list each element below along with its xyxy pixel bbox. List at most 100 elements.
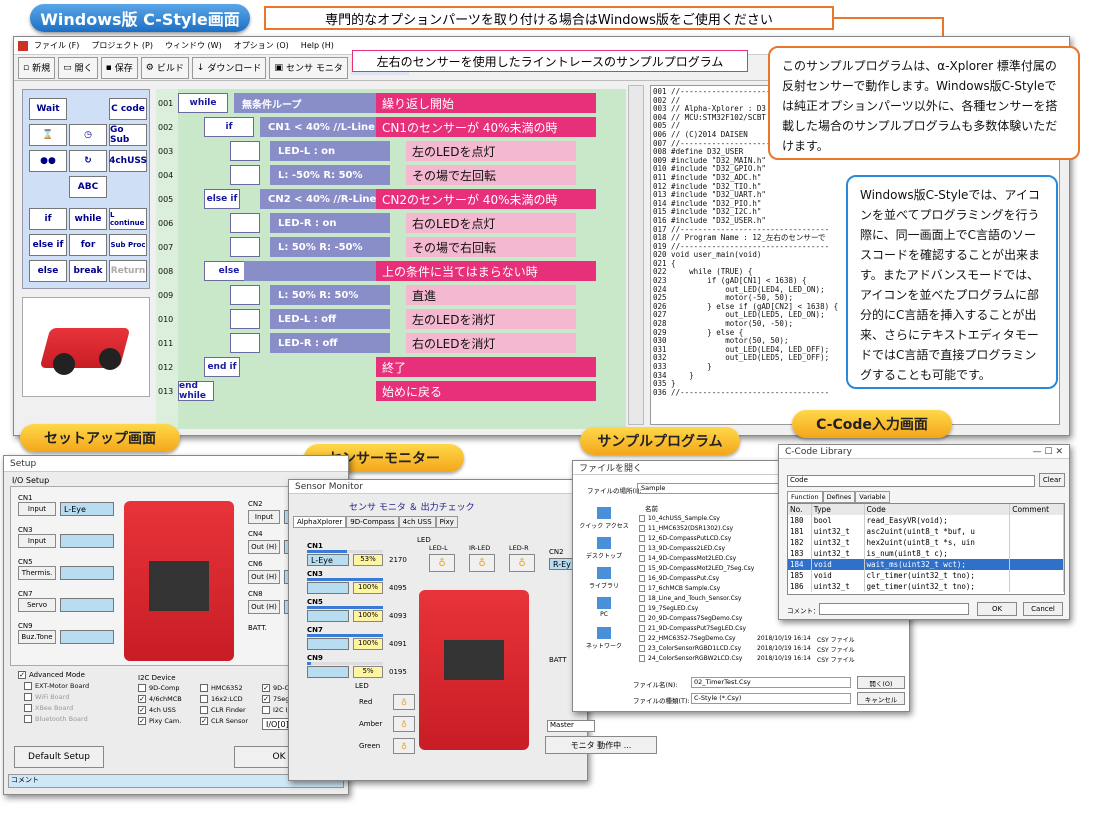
menu-project[interactable]: プロジェクト (P) [91,40,153,51]
palette-return[interactable]: Return [109,260,147,282]
palette-timer-icon[interactable]: ⌛ [29,124,67,146]
code-search[interactable]: Code [787,475,1035,487]
cn-mode-button[interactable]: Input [18,502,56,516]
cn-name-field[interactable] [60,630,114,644]
monitor-cn-name[interactable] [307,666,349,678]
tab-defines[interactable]: Defines [822,491,856,503]
file-item[interactable]: 11_HMC6352(DSR1302).Csy [639,525,733,532]
file-item[interactable]: 17_6chMCB Sample.Csy [639,585,720,592]
file-item[interactable]: 12_6D-CompassPutLCD.Csy [639,535,731,542]
led-bulb-icon[interactable]: ♁ [429,554,455,572]
file-item[interactable]: 15_9D-CompassMot2LED_7Seg.Csy [639,565,754,572]
action-icon[interactable] [230,285,260,305]
file-cancel-button[interactable]: キャンセル [857,692,905,705]
save-button[interactable]: ▪ 保存 [100,56,138,79]
cn-mode-button[interactable]: Input [18,534,56,548]
block-while[interactable]: while [178,93,228,113]
monitor-status-button[interactable]: モニタ 動作中 ... [545,736,657,754]
cn-right-button[interactable]: Input [248,510,280,524]
tab-variable[interactable]: Variable [855,491,890,503]
default-setup-button[interactable]: Default Setup [14,746,104,768]
advanced-mode[interactable]: ✓ Advanced Mode [18,671,85,679]
palette-4chuss[interactable]: 4chUSS [109,150,147,172]
build-button[interactable]: ⚙ ビルド [140,56,189,79]
led-bulb-icon[interactable]: ♁ [509,554,535,572]
monitor-cn-name[interactable] [307,610,349,622]
table-row[interactable]: 181 uint32_t asc2uint(uint8_t *buf, u [788,526,1064,537]
i2c-checkbox[interactable]: ✓ Pixy Cam. [138,717,181,725]
palette-clock-icon[interactable]: ◷ [69,124,107,146]
monitor-cn-name[interactable] [307,582,349,594]
file-item[interactable]: 23_ColorSensorRGBD1LCD.Csy [639,645,741,652]
action-icon[interactable] [230,237,260,257]
i2c-checkbox[interactable]: 9D-Comp [138,684,179,692]
scrollbar[interactable] [628,85,644,425]
led-color-button[interactable]: ♁ [393,694,415,710]
file-item[interactable]: 14_9D-CompassMot2LED.Csy [639,555,736,562]
palette-if[interactable]: if [29,208,67,230]
file-open-button[interactable]: 開く(O) [857,676,905,689]
cn-mode-button[interactable]: Buz.Tone [18,630,56,644]
palette-abc[interactable]: ABC [69,176,107,198]
cn-name-field[interactable]: L-Eye [60,502,114,516]
menu-file[interactable]: ファイル (F) [34,40,79,51]
palette-wait[interactable]: Wait [29,98,67,120]
action-icon[interactable] [230,213,260,233]
clear-button[interactable]: Clear [1039,473,1065,487]
file-item[interactable]: 24_ColorSensorRGBW2LCD.Csy [639,655,742,662]
column-header[interactable]: Comment [1009,504,1064,515]
cn-right-button[interactable]: Out (H) [248,570,280,584]
file-item[interactable]: 22_HMC6352-7SegDemo.Csy [639,635,736,642]
file-item[interactable]: 13_9D-Compass2LED.Csy [639,545,725,552]
file-item[interactable]: 18_Line_and_Touch_Sensor.Csy [639,595,741,602]
table-row[interactable]: 186 uint32_t get_timer(uint32_t tno); [788,581,1064,592]
palette-motor-icon[interactable]: ↻ [69,150,107,172]
column-header[interactable]: No. [788,504,812,515]
palette-for[interactable]: for [69,234,107,256]
cn-right-button[interactable]: Out (H) [248,600,280,614]
file-item[interactable]: 19_7SegLED.Csy [639,605,698,612]
action-icon[interactable] [230,309,260,329]
sensor-monitor-button[interactable]: ▣ センサ モニタ [269,56,348,79]
file-item[interactable]: 10_4chUSS_Sample.Csy [639,515,720,522]
cn-name-field[interactable] [60,534,114,548]
table-row[interactable]: 185 void clr_timer(uint32_t tno); [788,570,1064,581]
tab-alphaxplorer[interactable]: AlphaXplorer [293,516,347,528]
palette-ccode[interactable]: C code [109,98,147,120]
led-bulb-icon[interactable]: ♁ [469,554,495,572]
fname-input[interactable]: 02_TimerTest.Csy [691,677,851,688]
palette-break[interactable]: break [69,260,107,282]
master-select[interactable]: Master [547,720,595,732]
tab-9dcompass[interactable]: 9D-Compass [346,516,399,528]
monitor-cn-name[interactable]: L-Eye [307,554,349,566]
column-header[interactable]: Code [864,504,1011,515]
block-end-if[interactable]: end if [204,357,240,377]
ccode-comment-field[interactable] [819,603,969,615]
ccode-cancel-button[interactable]: Cancel [1023,602,1063,616]
option-checkbox[interactable]: WiFi Board [24,693,69,701]
table-row[interactable]: 183 uint32_t is_num(uint8_t c); [788,548,1064,559]
i2c-checkbox[interactable]: 16x2:LCD [200,695,243,703]
block-if[interactable]: if [204,117,254,137]
ccode-ok-button[interactable]: OK [977,602,1017,616]
side-label[interactable]: ネットワーク [579,641,629,650]
tab-pixy[interactable]: Pixy [435,516,458,528]
palette-gosub[interactable]: Go Sub [109,124,147,146]
palette-continue[interactable]: L continue [109,208,147,230]
option-checkbox[interactable]: Bluetooth Board [24,715,88,723]
location-select[interactable]: Sample [637,483,797,494]
tab-4chuss[interactable]: 4ch USS [398,516,436,528]
file-item[interactable]: 16_9D-CompassPut.Csy [639,575,719,582]
option-checkbox[interactable]: EXT-Motor Board [24,682,89,690]
cn-right-button[interactable]: Out (H) [248,540,280,554]
cn-name-field[interactable] [60,598,114,612]
led-color-button[interactable]: ♁ [393,738,415,754]
menu-help[interactable]: Help (H) [301,41,334,50]
side-label[interactable]: クイック アクセス [579,521,629,530]
i2c-checkbox[interactable]: ✓ 4ch USS [138,706,176,714]
monitor-cn-name[interactable] [307,638,349,650]
i2c-checkbox[interactable]: ✓ CLR Sensor [200,717,248,725]
column-header[interactable]: Type [811,504,865,515]
led-color-button[interactable]: ♁ [393,716,415,732]
palette-else[interactable]: else [29,260,67,282]
